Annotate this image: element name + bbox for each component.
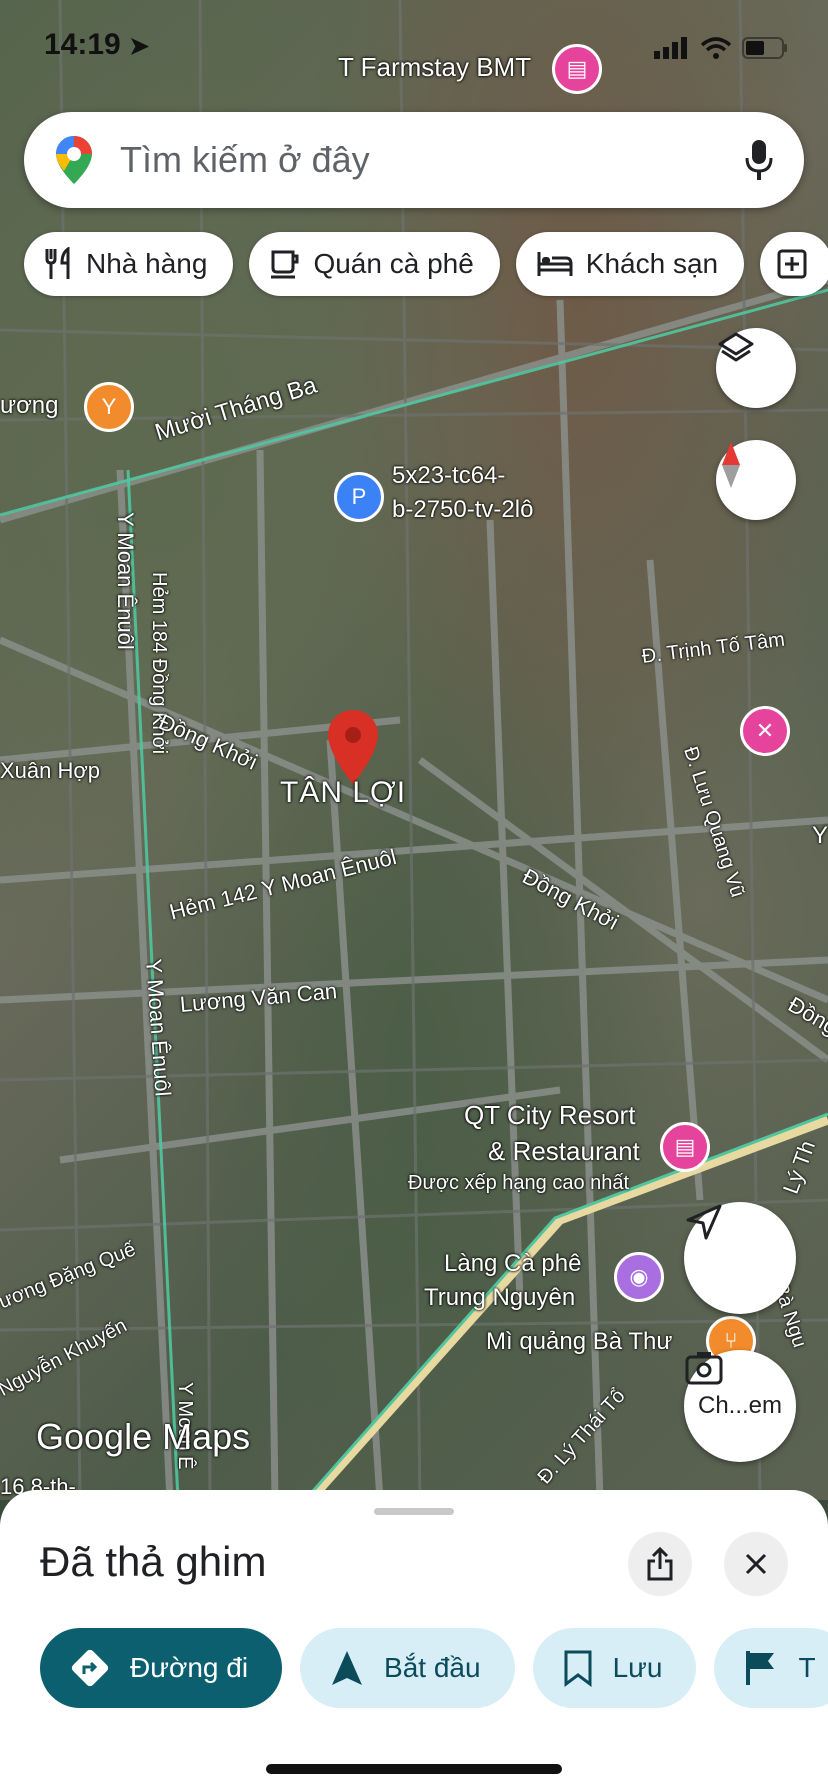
directions-label: Đường đi xyxy=(130,1652,249,1683)
map-label-y-right: Y xyxy=(812,822,828,849)
map-label-xuan-hop: Xuân Hợp xyxy=(0,758,101,783)
map-label-qt-line2[interactable]: & Restaurant xyxy=(488,1136,640,1167)
directions-icon xyxy=(71,1649,109,1687)
map-label-muong: ương xyxy=(0,392,59,419)
share-icon xyxy=(647,1547,673,1581)
compass-button[interactable] xyxy=(716,440,796,520)
camera-search-icon xyxy=(685,1352,723,1385)
bar-poi-icon[interactable]: Y xyxy=(84,382,134,432)
chip-hotels[interactable]: Khách sạn xyxy=(515,232,745,296)
lens-label: Ch...em xyxy=(697,1392,783,1419)
share-button[interactable] xyxy=(628,1532,692,1596)
map-label-farmstay[interactable]: T Farmstay BMT xyxy=(338,52,531,83)
flag-icon xyxy=(746,1651,775,1685)
sheet-title: Đã thả ghim xyxy=(40,1538,267,1585)
start-button[interactable]: Bắt đầu xyxy=(300,1628,515,1708)
street-y-moan-1: Y Moan Ênuôl xyxy=(113,512,138,650)
action-buttons: Đường đi Bắt đầu Lưu T xyxy=(40,1628,828,1708)
bookmark-icon xyxy=(564,1650,592,1687)
google-maps-logo-icon xyxy=(56,136,92,184)
add-box-icon xyxy=(777,249,807,279)
sheet-drag-handle[interactable] xyxy=(374,1508,454,1515)
service-poi-icon[interactable]: ✕ xyxy=(740,706,790,756)
google-watermark: Google Maps xyxy=(36,1416,251,1457)
close-icon xyxy=(745,1553,767,1575)
layers-button[interactable] xyxy=(716,328,796,408)
location-arrow-icon: ➤ xyxy=(129,33,150,60)
hotel-poi-icon[interactable]: ▤ xyxy=(552,44,602,94)
layers-icon xyxy=(718,332,754,362)
status-icons xyxy=(654,36,788,60)
save-label: Lưu xyxy=(612,1652,663,1683)
search-input[interactable]: Tìm kiếm ở đây xyxy=(120,139,744,181)
start-label: Bắt đầu xyxy=(384,1652,481,1683)
chip-more[interactable] xyxy=(760,232,828,296)
close-button[interactable] xyxy=(724,1532,788,1596)
map-label-mi-quang[interactable]: Mì quảng Bà Thư xyxy=(486,1328,672,1356)
map-label-lang-line2[interactable]: Trung Nguyên xyxy=(424,1284,575,1312)
microphone-icon[interactable] xyxy=(744,138,774,182)
navigation-icon xyxy=(332,1651,363,1685)
category-chips: Nhà hàng Quán cà phê Khách sạn xyxy=(24,232,828,296)
label-button[interactable]: T xyxy=(714,1628,828,1708)
lens-button[interactable]: Ch...em xyxy=(684,1350,796,1462)
map-label-lang-line1[interactable]: Làng Cà phê xyxy=(444,1250,581,1278)
home-indicator[interactable] xyxy=(266,1764,562,1774)
map-label-qt-rating: Được xếp hạng cao nhất xyxy=(408,1172,630,1194)
chip-label: Nhà hàng xyxy=(86,248,208,279)
resort-poi-icon[interactable]: ▤ xyxy=(660,1122,710,1172)
bed-icon xyxy=(537,252,573,276)
chip-cafes[interactable]: Quán cà phê xyxy=(249,232,500,296)
dropped-pin-icon[interactable] xyxy=(326,708,380,786)
chip-label: Quán cà phê xyxy=(313,248,474,279)
parking-poi-icon[interactable]: P xyxy=(334,472,384,522)
compass-icon xyxy=(722,442,740,488)
map-label-qt-line1[interactable]: QT City Resort xyxy=(464,1100,635,1131)
map-label-parking-line2[interactable]: b-2750-tv-2lô xyxy=(392,496,533,524)
chip-restaurants[interactable]: Nhà hàng xyxy=(24,232,234,296)
signal-icon xyxy=(654,37,687,59)
attraction-poi-icon[interactable]: ◉ xyxy=(614,1252,664,1302)
my-location-button[interactable] xyxy=(684,1202,796,1314)
search-bar[interactable]: Tìm kiếm ở đây xyxy=(24,112,804,208)
chip-label: Khách sạn xyxy=(585,248,719,279)
save-button[interactable]: Lưu xyxy=(532,1628,697,1708)
place-sheet[interactable]: Đã thả ghim Đường đi Bắt đầu Lưu T xyxy=(0,1490,828,1792)
label-button-label: T xyxy=(798,1652,816,1683)
battery-icon xyxy=(742,37,787,59)
map-label-parking-line1[interactable]: 5x23-tc64- xyxy=(392,462,505,490)
fork-knife-icon xyxy=(45,247,70,279)
map-label-tan-loi: TÂN LỢI xyxy=(280,776,407,809)
status-time: 14:19 ➤ xyxy=(44,28,150,61)
wifi-icon xyxy=(700,37,732,59)
coffee-cup-icon xyxy=(271,250,299,279)
navigation-arrow-icon xyxy=(686,1204,722,1240)
directions-button[interactable]: Đường đi xyxy=(40,1628,283,1708)
map-view[interactable]: T Farmstay BMT ▤ ương Y Mười Tháng Ba P … xyxy=(0,0,828,1500)
